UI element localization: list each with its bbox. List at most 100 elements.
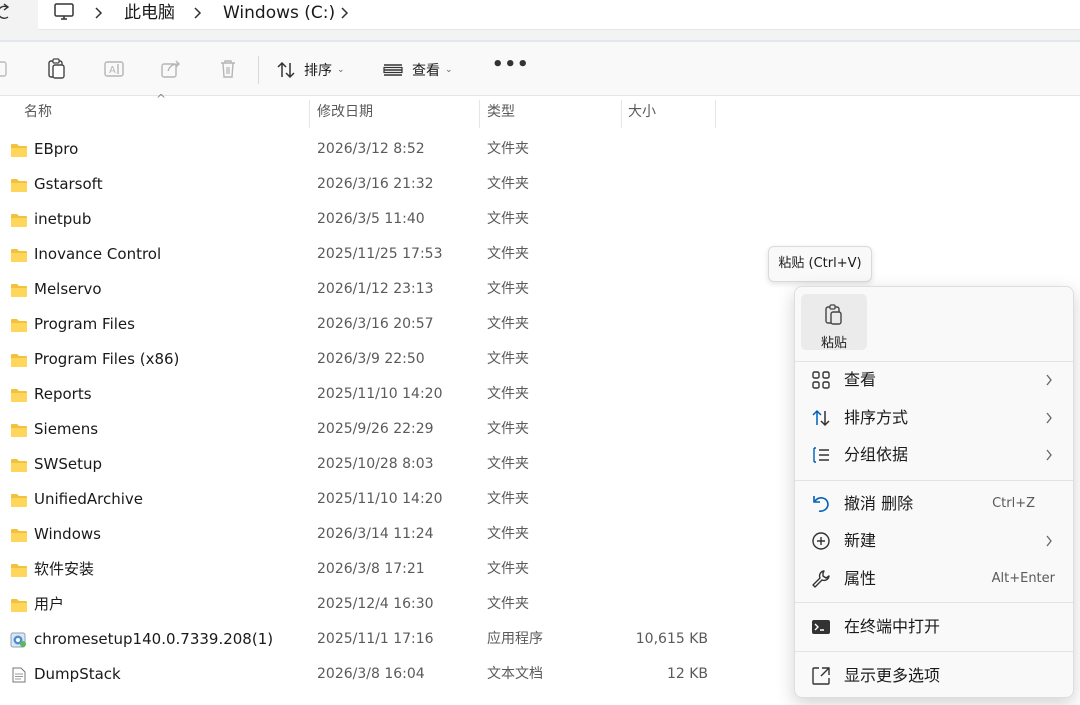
file-type: 文件夹	[487, 211, 529, 227]
file-type: 文件夹	[487, 596, 529, 612]
file-modified: 2026/3/8 16:04	[317, 666, 425, 682]
folder-icon	[10, 562, 28, 578]
file-type: 文件夹	[487, 421, 529, 437]
menu-item-label: 属性	[844, 569, 877, 588]
menu-item-shortcut: Alt+Enter	[991, 571, 1055, 586]
file-name: Inovance Control	[34, 245, 162, 263]
file-name: inetpub	[34, 210, 92, 228]
refresh-icon[interactable]	[0, 2, 12, 22]
menu-item-show-more-options[interactable]: 显示更多选项	[795, 658, 1073, 694]
share-icon[interactable]	[160, 58, 182, 80]
file-modified: 2025/12/4 16:30	[317, 596, 434, 612]
breadcrumb-this-pc[interactable]: 此电脑	[124, 3, 175, 23]
column-name[interactable]: 名称	[17, 96, 308, 128]
file-modified: 2025/11/10 14:20	[317, 386, 443, 402]
wrench-icon	[812, 570, 830, 588]
folder-icon	[10, 527, 28, 543]
address-bar: 此电脑 Windows (C:)	[0, 0, 1080, 40]
file-name: Program Files (x86)	[34, 350, 180, 368]
file-size: 12 KB	[666, 666, 708, 682]
menu-separator	[795, 480, 1073, 481]
file-name: DumpStack	[34, 665, 121, 683]
chevron-right-icon[interactable]	[340, 6, 350, 20]
menu-item-label: 撤消 删除	[844, 494, 914, 513]
file-type: 文件夹	[487, 281, 529, 297]
terminal-icon	[812, 620, 830, 634]
menu-item-new[interactable]: 新建	[795, 523, 1073, 559]
file-type: 文件夹	[487, 141, 529, 157]
file-row[interactable]: EBpro 2026/3/12 8:52 文件夹	[0, 132, 1080, 167]
column-header: ^ 名称 修改日期 类型 大小	[0, 92, 1080, 128]
chevron-right-icon	[1046, 412, 1052, 424]
file-type: 文件夹	[487, 246, 529, 262]
toolbar-separator	[258, 56, 259, 84]
menu-item-label: 新建	[844, 531, 877, 550]
menu-item-group-by[interactable]: 分组依据	[795, 437, 1073, 473]
file-name: Siemens	[34, 420, 99, 438]
sort-icon	[812, 409, 830, 427]
file-modified: 2026/3/14 11:24	[317, 526, 434, 542]
file-modified: 2026/3/16 21:32	[317, 176, 434, 192]
menu-separator	[795, 651, 1073, 652]
menu-item-label: 分组依据	[844, 445, 909, 464]
undo-icon	[813, 496, 829, 512]
menu-item-undo-delete[interactable]: 撤消 删除 Ctrl+Z	[795, 486, 1073, 522]
menu-item-sort-by[interactable]: 排序方式	[795, 400, 1073, 436]
folder-icon	[10, 387, 28, 403]
copy-icon[interactable]	[46, 58, 68, 80]
file-row[interactable]: Gstarsoft 2026/3/16 21:32 文件夹	[0, 167, 1080, 202]
chevron-down-icon: ⌄	[445, 65, 453, 75]
menu-separator	[795, 602, 1073, 603]
new-icon	[812, 532, 830, 550]
column-type[interactable]: 类型	[480, 96, 620, 128]
file-name: UnifiedArchive	[34, 490, 143, 508]
file-type: 文件夹	[487, 316, 529, 332]
file-row[interactable]: Inovance Control 2025/11/25 17:53 文件夹	[0, 237, 1080, 272]
file-name: SWSetup	[34, 455, 103, 473]
file-modified: 2026/3/16 20:57	[317, 316, 434, 332]
menu-item-properties[interactable]: 属性 Alt+Enter	[795, 561, 1073, 597]
svg-text:A: A	[109, 65, 116, 76]
chevron-right-icon[interactable]	[193, 6, 203, 20]
breadcrumb-drive-c[interactable]: Windows (C:)	[223, 3, 335, 23]
column-size[interactable]: 大小	[621, 96, 715, 128]
menu-item-open-in-terminal[interactable]: 在终端中打开	[795, 609, 1073, 645]
paste-tooltip: 粘贴 (Ctrl+V)	[768, 246, 872, 282]
folder-icon	[10, 142, 28, 158]
chevron-right-icon[interactable]	[94, 6, 104, 20]
sort-button[interactable]: 排序 ⌄	[276, 56, 345, 84]
view-button[interactable]: 查看 ⌄	[382, 56, 453, 84]
column-modified[interactable]: 修改日期	[310, 96, 479, 128]
cut-icon[interactable]	[0, 58, 10, 80]
file-name: chromesetup140.0.7339.208(1)	[34, 630, 274, 648]
file-name: EBpro	[34, 140, 79, 158]
folder-icon	[10, 247, 28, 263]
delete-icon[interactable]	[217, 58, 239, 80]
file-size: 10,615 KB	[635, 631, 708, 647]
file-name: Reports	[34, 385, 92, 403]
command-bar: A 排序 ⌄ 查看 ⌄ •••	[0, 42, 1080, 96]
column-divider[interactable]	[715, 100, 716, 128]
file-modified: 2025/11/10 14:20	[317, 491, 443, 507]
folder-icon	[10, 282, 28, 298]
text-file-icon	[10, 667, 28, 683]
chevron-right-icon	[1046, 535, 1052, 547]
file-name: 用户	[34, 595, 65, 613]
address-box[interactable]: 此电脑 Windows (C:)	[38, 0, 1080, 30]
rename-icon[interactable]: A	[103, 58, 125, 80]
sort-icon	[277, 61, 295, 79]
folder-icon	[10, 457, 28, 473]
file-row[interactable]: inetpub 2026/3/5 11:40 文件夹	[0, 202, 1080, 237]
file-name: Gstarsoft	[34, 175, 103, 193]
chevron-right-icon	[1046, 374, 1052, 386]
file-name: Melservo	[34, 280, 102, 298]
more-options-button[interactable]: •••	[492, 54, 530, 75]
this-pc-icon	[54, 3, 74, 20]
paste-button[interactable]: 粘贴	[801, 294, 867, 351]
menu-item-view[interactable]: 查看	[795, 362, 1073, 398]
folder-icon	[10, 422, 28, 438]
file-type: 文本文档	[487, 666, 543, 682]
chevron-down-icon: ⌄	[337, 65, 345, 75]
folder-icon	[10, 352, 28, 368]
file-modified: 2026/3/12 8:52	[317, 141, 425, 157]
